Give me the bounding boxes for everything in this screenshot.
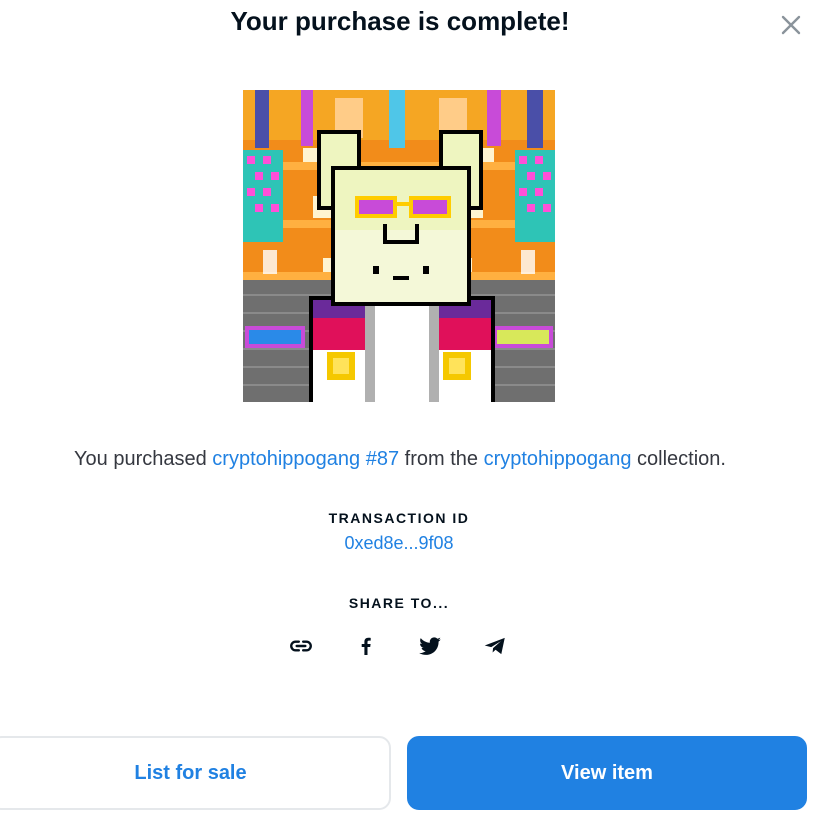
facebook-icon — [361, 637, 371, 655]
link-icon — [290, 640, 312, 652]
nft-image[interactable] — [243, 90, 555, 402]
purchase-suffix: collection. — [631, 448, 726, 470]
share-telegram-button[interactable] — [477, 630, 513, 662]
twitter-icon — [419, 637, 442, 655]
modal-title: Your purchase is complete! — [230, 6, 570, 36]
close-icon — [781, 15, 801, 35]
transaction-id-container: 0xed8e...9f08 — [0, 533, 798, 554]
collection-link[interactable]: cryptohippogang — [484, 448, 632, 470]
share-facebook-button[interactable] — [348, 630, 384, 662]
share-label: SHARE TO... — [348, 595, 450, 611]
purchase-middle: from the — [399, 448, 484, 470]
purchase-summary: You purchased cryptohippogang #87 from t… — [0, 445, 800, 473]
transaction-id-link[interactable]: 0xed8e...9f08 — [344, 533, 453, 553]
transaction-id-label: TRANSACTION ID — [328, 510, 470, 526]
share-twitter-button[interactable] — [412, 630, 448, 662]
close-button[interactable] — [776, 10, 806, 40]
list-for-sale-button[interactable]: List for sale — [0, 736, 391, 810]
view-item-button[interactable]: View item — [407, 736, 807, 810]
share-link-button[interactable] — [283, 630, 319, 662]
telegram-icon — [484, 637, 505, 655]
purchase-prefix: You purchased — [74, 448, 213, 470]
purchase-complete-modal: Your purchase is complete! You purchased… — [0, 0, 821, 821]
share-buttons — [283, 630, 513, 662]
item-link[interactable]: cryptohippogang #87 — [212, 448, 399, 470]
